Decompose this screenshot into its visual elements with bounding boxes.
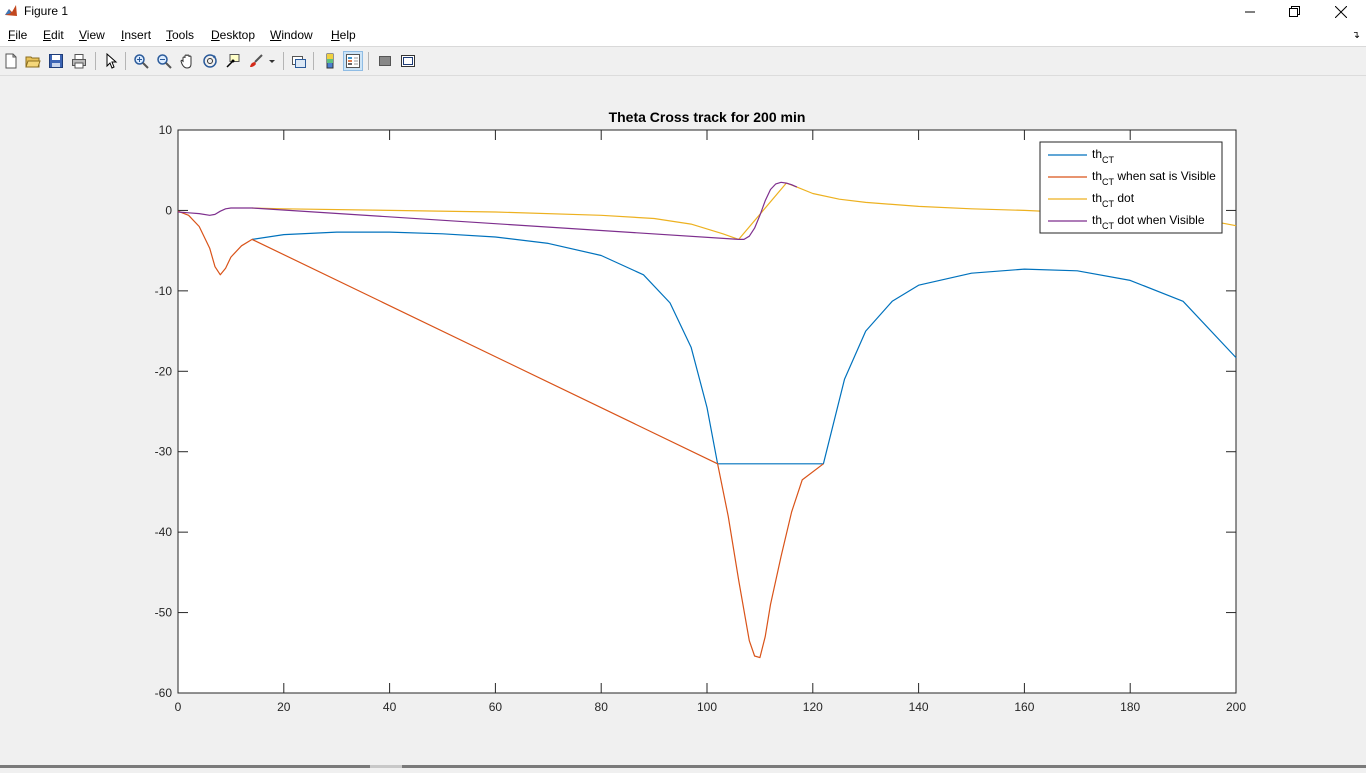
menu-insert[interactable]: Insert bbox=[121, 28, 151, 42]
x-tick-label: 80 bbox=[595, 700, 609, 714]
restore-button[interactable] bbox=[1272, 0, 1318, 24]
new-figure-icon bbox=[5, 53, 17, 69]
pan-button[interactable] bbox=[177, 51, 197, 71]
print-icon bbox=[72, 54, 86, 69]
pan-icon bbox=[180, 54, 192, 69]
rotate-3d-button[interactable] bbox=[200, 51, 220, 71]
menu-window[interactable]: Window bbox=[270, 28, 313, 42]
menu-tools[interactable]: Tools bbox=[166, 28, 194, 42]
toolbar-separator bbox=[125, 52, 126, 70]
toolbar-separator bbox=[313, 52, 314, 70]
show-plot-tools-icon bbox=[401, 55, 415, 67]
x-tick-label: 40 bbox=[383, 700, 397, 714]
print-button[interactable] bbox=[69, 51, 89, 71]
zoom-in-button[interactable] bbox=[131, 51, 151, 71]
new-figure-button[interactable] bbox=[1, 51, 21, 71]
hide-plot-tools-button[interactable] bbox=[375, 51, 395, 71]
menu-view[interactable]: View bbox=[79, 28, 105, 42]
zoom-in-icon bbox=[134, 54, 149, 69]
toolbar-separator bbox=[368, 52, 369, 70]
menu-desktop[interactable]: Desktop bbox=[211, 28, 255, 42]
show-plot-tools-button[interactable] bbox=[398, 51, 418, 71]
save-button[interactable] bbox=[46, 51, 66, 71]
y-tick-label: -50 bbox=[155, 606, 173, 620]
brush-icon bbox=[250, 54, 263, 67]
matlab-app-icon bbox=[4, 4, 18, 18]
open-button[interactable] bbox=[23, 51, 43, 71]
toolbar-separator bbox=[283, 52, 284, 70]
menu-edit[interactable]: Edit bbox=[43, 28, 64, 42]
chart-title: Theta Cross track for 200 min bbox=[609, 109, 806, 125]
open-icon bbox=[25, 56, 41, 68]
colorbar-icon bbox=[326, 53, 334, 69]
x-tick-label: 180 bbox=[1120, 700, 1140, 714]
title-bar: Figure 1 bbox=[0, 0, 1366, 24]
link-plot-button[interactable] bbox=[289, 51, 309, 71]
restore-icon bbox=[1289, 6, 1300, 17]
x-tick-label: 120 bbox=[803, 700, 823, 714]
colorbar-button[interactable] bbox=[320, 51, 340, 71]
minimize-button[interactable] bbox=[1227, 0, 1273, 24]
x-tick-label: 160 bbox=[1014, 700, 1034, 714]
close-button[interactable] bbox=[1318, 0, 1364, 24]
x-tick-label: 100 bbox=[697, 700, 717, 714]
minimize-icon bbox=[1245, 11, 1255, 13]
y-tick-label: -10 bbox=[155, 284, 173, 298]
pointer-icon bbox=[106, 53, 118, 69]
x-tick-label: 20 bbox=[277, 700, 291, 714]
chart[interactable]: Theta Cross track for 200 min 0 20 40 60 80 1… bbox=[0, 76, 1366, 768]
y-tick-label: 0 bbox=[165, 203, 172, 217]
y-tick-label: -40 bbox=[155, 525, 173, 539]
y-tick-label: -30 bbox=[155, 445, 173, 459]
link-plot-icon bbox=[292, 56, 306, 68]
pointer-button[interactable] bbox=[101, 51, 121, 71]
y-tick-label: -60 bbox=[155, 686, 173, 700]
y-tick-label: 10 bbox=[159, 123, 173, 137]
x-tick-label: 200 bbox=[1226, 700, 1246, 714]
x-tick-label: 140 bbox=[909, 700, 929, 714]
toolbar-separator bbox=[95, 52, 96, 70]
window-title: Figure 1 bbox=[24, 4, 69, 18]
y-tick-label: -20 bbox=[155, 364, 173, 378]
menu-file[interactable]: File bbox=[8, 28, 27, 42]
legend-icon bbox=[346, 54, 360, 68]
zoom-out-button[interactable] bbox=[154, 51, 174, 71]
chevron-down-icon bbox=[269, 60, 275, 63]
close-icon bbox=[1335, 6, 1347, 18]
data-cursor-button[interactable] bbox=[223, 51, 243, 71]
x-tick-label: 0 bbox=[175, 700, 182, 714]
menu-bar: File Edit View Insert Tools Desktop Wind… bbox=[0, 24, 1366, 47]
brush-dropdown[interactable] bbox=[266, 51, 278, 71]
toolbar-toggle-icon[interactable]: ↴ bbox=[1352, 30, 1360, 41]
legend[interactable]: thCTthCT when sat is VisiblethCT dotthCT… bbox=[1039, 141, 1223, 234]
hide-plot-tools-icon bbox=[379, 56, 391, 66]
x-tick-label: 60 bbox=[489, 700, 503, 714]
brush-button[interactable] bbox=[246, 51, 266, 71]
zoom-out-icon bbox=[157, 54, 172, 69]
save-icon bbox=[49, 54, 63, 68]
figure-canvas[interactable]: Theta Cross track for 200 min 0 20 40 60 80 1… bbox=[0, 76, 1366, 768]
data-cursor-icon bbox=[226, 54, 240, 68]
figure-toolbar bbox=[0, 47, 1366, 76]
legend-button[interactable] bbox=[343, 51, 363, 71]
rotate-3d-icon bbox=[203, 54, 217, 68]
menu-help[interactable]: Help bbox=[331, 28, 356, 42]
